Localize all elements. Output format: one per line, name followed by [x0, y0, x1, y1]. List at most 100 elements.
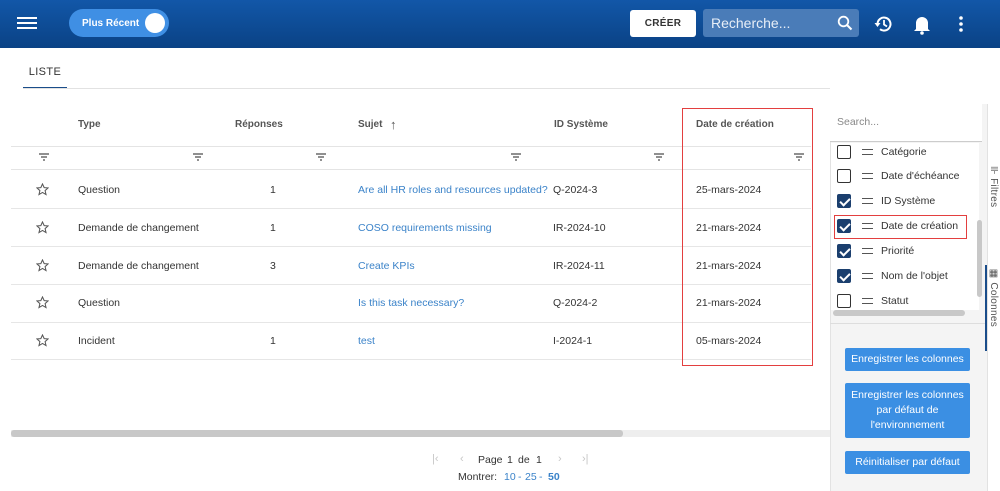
columns-list-scrollbar[interactable]: [977, 220, 982, 297]
cell-type: Demande de changement: [78, 222, 199, 234]
drag-handle-icon[interactable]: [862, 298, 873, 304]
cell-type: Demande de changement: [78, 260, 199, 272]
drag-handle-icon[interactable]: [862, 273, 873, 279]
tab-divider: [23, 88, 830, 89]
star-icon[interactable]: [36, 334, 49, 347]
first-page-icon[interactable]: |‹: [432, 453, 439, 465]
star-icon[interactable]: [36, 183, 49, 196]
columns-list-hscrollbar[interactable]: [833, 310, 965, 316]
side-tab-active-indicator: [985, 265, 987, 351]
column-option-label: Nom de l'objet: [881, 270, 948, 282]
page-size-separator: -: [518, 471, 522, 483]
cell-system-id: IR-2024-11: [553, 260, 605, 272]
drag-handle-icon[interactable]: [862, 198, 873, 204]
filters-icon: ⊪: [988, 166, 999, 179]
search-icon[interactable]: [837, 15, 853, 31]
header-type[interactable]: Type: [78, 119, 101, 130]
cell-type: Question: [78, 184, 121, 196]
cell-subject-link[interactable]: Are all HR roles and resources updated?: [358, 184, 548, 196]
reset-default-button[interactable]: Réinitialiser par défaut: [845, 451, 970, 474]
column-option-label: Statut: [881, 295, 909, 307]
checkbox[interactable]: [837, 294, 851, 308]
toggle-label: Plus Récent: [82, 17, 140, 29]
tab-columns[interactable]: ▦ Colonnes: [988, 268, 999, 327]
save-columns-button[interactable]: Enregistrer les colonnes: [845, 348, 970, 371]
cell-responses: 3: [270, 260, 276, 272]
column-option-label: ID Système: [881, 195, 936, 207]
cell-responses: 1: [270, 184, 276, 196]
filter-icon[interactable]: [315, 151, 327, 163]
drag-handle-icon[interactable]: [862, 248, 873, 254]
cell-subject-link[interactable]: COSO requirements missing: [358, 222, 492, 234]
recent-toggle[interactable]: Plus Récent: [69, 9, 169, 37]
last-page-icon[interactable]: ›|: [582, 453, 589, 465]
creation-date-column-highlight: [682, 108, 813, 366]
cell-system-id: I-2024-1: [553, 335, 593, 347]
page-current: 1: [507, 454, 513, 466]
column-option[interactable]: Date d'échéance: [831, 164, 971, 189]
cell-system-id: Q-2024-2: [553, 297, 598, 309]
checkbox-checked[interactable]: [837, 244, 851, 258]
cell-responses: 1: [270, 222, 276, 234]
drag-handle-icon[interactable]: [862, 149, 873, 155]
table-scrollbar-thumb[interactable]: [11, 430, 623, 437]
page-size-25[interactable]: 25: [525, 471, 537, 483]
column-option[interactable]: Nom de l'objet: [831, 264, 971, 289]
page-size-10[interactable]: 10: [504, 471, 516, 483]
page-size-50[interactable]: 50: [548, 471, 560, 483]
search-input[interactable]: [711, 14, 831, 32]
toggle-knob: [145, 13, 165, 33]
hamburger-menu-icon[interactable]: [17, 14, 37, 34]
cell-subject-link[interactable]: Create KPIs: [358, 260, 415, 272]
filter-icon[interactable]: [510, 151, 522, 163]
sort-asc-icon[interactable]: ↑: [390, 117, 397, 132]
page-size-label: Montrer:: [458, 471, 498, 483]
tab-liste[interactable]: LISTE: [23, 56, 67, 88]
cell-responses: 1: [270, 335, 276, 347]
column-option[interactable]: Catégorie: [831, 143, 971, 165]
cell-system-id: Q-2024-3: [553, 184, 598, 196]
column-option[interactable]: ID Système: [831, 189, 971, 214]
page-total: 1: [536, 454, 542, 466]
cell-type: Question: [78, 297, 121, 309]
panel-divider: [830, 323, 987, 324]
top-bar: Plus Récent CRÉER: [0, 0, 1000, 48]
column-option[interactable]: Statut: [831, 289, 971, 310]
header-system-id[interactable]: ID Système: [554, 119, 608, 130]
checkbox[interactable]: [837, 169, 851, 183]
column-option-label: Priorité: [881, 245, 915, 257]
page-label: Page: [478, 454, 503, 466]
header-responses[interactable]: Réponses: [235, 119, 283, 130]
cell-system-id: IR-2024-10: [553, 222, 606, 234]
drag-handle-icon[interactable]: [862, 173, 873, 179]
tab-columns-label: Colonnes: [988, 282, 999, 328]
columns-search-input[interactable]: [837, 116, 967, 128]
save-default-columns-button[interactable]: Enregistrer les colonnes par défaut de l…: [845, 383, 970, 438]
history-icon[interactable]: [873, 13, 895, 35]
columns-icon: ▦: [988, 268, 999, 283]
column-option-label: Catégorie: [881, 146, 927, 158]
filter-icon[interactable]: [192, 151, 204, 163]
column-option[interactable]: Priorité: [831, 239, 971, 264]
filter-icon[interactable]: [653, 151, 665, 163]
bell-icon[interactable]: [911, 13, 933, 35]
tab-filters-label: Filtres: [988, 178, 999, 208]
star-icon[interactable]: [36, 296, 49, 309]
checkbox-checked[interactable]: [837, 269, 851, 283]
cell-type: Incident: [78, 335, 115, 347]
star-icon[interactable]: [36, 221, 49, 234]
global-search: [703, 9, 859, 37]
create-button[interactable]: CRÉER: [630, 10, 696, 37]
cell-subject-link[interactable]: Is this task necessary?: [358, 297, 464, 309]
prev-page-icon[interactable]: ‹: [460, 453, 464, 465]
next-page-icon[interactable]: ›: [558, 453, 562, 465]
checkbox-checked[interactable]: [837, 194, 851, 208]
column-option-label: Date d'échéance: [881, 170, 960, 182]
filter-icon[interactable]: [38, 151, 50, 163]
checkbox[interactable]: [837, 145, 851, 159]
tab-filters[interactable]: ⊪ Filtres: [988, 166, 999, 207]
more-vert-icon[interactable]: [950, 13, 972, 35]
star-icon[interactable]: [36, 259, 49, 272]
header-subject[interactable]: Sujet: [358, 119, 382, 130]
cell-subject-link[interactable]: test: [358, 335, 375, 347]
